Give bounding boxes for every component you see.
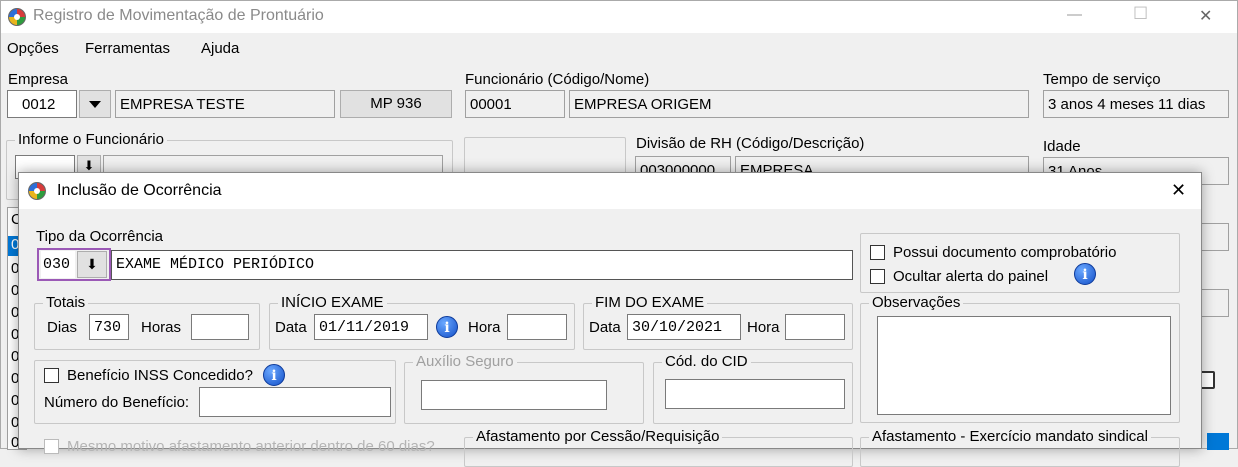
fim-hora-label: Hora	[747, 319, 780, 336]
divisao-label: Divisão de RH (Código/Descrição)	[636, 135, 865, 152]
right-field-2	[1201, 289, 1229, 317]
empresa-dropdown-button[interactable]	[79, 90, 111, 118]
dialog-close-button[interactable]: ✕	[1171, 180, 1186, 201]
menu-bar: Opções Ferramentas Ajuda	[1, 35, 1237, 61]
right-field-1	[1201, 223, 1229, 251]
dialog-title: Inclusão de Ocorrência	[57, 182, 222, 199]
mesmo-motivo-label: Mesmo motivo afastamento anterior dentro…	[67, 438, 435, 455]
tempo-servico-field: 3 anos 4 meses 11 dias	[1043, 90, 1229, 118]
mesmo-motivo-checkbox[interactable]	[44, 439, 59, 454]
cod-cid-title: Cód. do CID	[662, 353, 751, 370]
mp936-button[interactable]: MP 936	[340, 90, 452, 118]
possui-documento-label[interactable]: Possui documento comprobatório	[893, 244, 1116, 261]
dias-field[interactable]: 730	[89, 314, 129, 340]
inclusao-ocorrencia-dialog: Inclusão de Ocorrência ✕ Tipo da Ocorrên…	[18, 172, 1202, 467]
tipo-ocorrencia-code-field[interactable]: 030	[41, 251, 75, 278]
empresa-label: Empresa	[8, 71, 69, 88]
fim-data-field[interactable]: 30/10/2021	[627, 314, 741, 340]
tipo-ocorrencia-description: EXAME MÉDICO PERIÓDICO	[111, 250, 853, 280]
dialog-title-bar: Inclusão de Ocorrência ✕	[19, 173, 1201, 209]
afastamento-cessao-title: Afastamento por Cessão/Requisição	[473, 428, 723, 445]
fim-exame-title: FIM DO EXAME	[592, 294, 708, 311]
beneficio-inss-checkbox[interactable]	[44, 368, 59, 383]
empresa-code-field[interactable]: 0012	[7, 90, 77, 118]
menu-opcoes[interactable]: Opções	[7, 40, 59, 57]
observacoes-textarea[interactable]	[877, 316, 1171, 415]
inicio-exame-title: INÍCIO EXAME	[278, 294, 387, 311]
main-title-bar: Registro de Movimentação de Prontuário —…	[1, 1, 1237, 33]
afastamento-sindical-title: Afastamento - Exercício mandato sindical	[869, 428, 1151, 445]
funcionario-name-field: EMPRESA ORIGEM	[569, 90, 1029, 118]
tipo-ocorrencia-lookup-button[interactable]: ⬇	[77, 251, 107, 278]
info-icon[interactable]: i	[1074, 263, 1096, 285]
maximize-button[interactable]: ☐	[1133, 4, 1148, 24]
fim-hora-field[interactable]	[785, 314, 845, 340]
info-icon[interactable]: i	[436, 316, 458, 338]
informe-funcionario-label: Informe o Funcionário	[15, 131, 167, 148]
app-icon	[8, 8, 26, 26]
ocultar-alerta-checkbox[interactable]	[870, 269, 885, 284]
horas-field[interactable]	[191, 314, 249, 340]
inicio-hora-label: Hora	[468, 319, 501, 336]
afastamento-cessao-group: Afastamento por Cessão/Requisição	[464, 428, 853, 467]
right-blue-bar	[1207, 433, 1229, 450]
numero-beneficio-label: Número do Benefício:	[44, 394, 190, 411]
cod-cid-field[interactable]	[665, 379, 845, 409]
beneficio-inss-label[interactable]: Benefício INSS Concedido?	[67, 367, 253, 384]
inicio-data-field[interactable]: 01/11/2019	[314, 314, 428, 340]
download-arrow-icon: ⬇	[86, 256, 98, 272]
tempo-servico-label: Tempo de serviço	[1043, 71, 1161, 88]
inicio-data-label: Data	[275, 319, 307, 336]
ocultar-alerta-label[interactable]: Ocultar alerta do painel	[893, 268, 1048, 285]
totais-title: Totais	[43, 294, 89, 311]
minimize-button[interactable]: —	[1067, 6, 1082, 23]
empresa-name-field: EMPRESA TESTE	[115, 90, 335, 118]
close-button[interactable]: ✕	[1199, 6, 1212, 26]
funcionario-code-field: 00001	[465, 90, 565, 118]
chevron-down-icon	[89, 100, 101, 108]
funcionario-label: Funcionário (Código/Nome)	[465, 71, 650, 88]
auxilio-seguro-field[interactable]	[421, 380, 607, 410]
fim-data-label: Data	[589, 319, 621, 336]
inicio-hora-field[interactable]	[507, 314, 567, 340]
dialog-app-icon	[28, 182, 46, 200]
numero-beneficio-field[interactable]	[199, 387, 391, 417]
menu-ferramentas[interactable]: Ferramentas	[85, 40, 170, 57]
info-icon[interactable]: i	[263, 364, 285, 386]
afastamento-sindical-group: Afastamento - Exercício mandato sindical	[860, 428, 1180, 467]
menu-ajuda[interactable]: Ajuda	[201, 40, 239, 57]
tipo-ocorrencia-label: Tipo da Ocorrência	[36, 228, 164, 245]
observacoes-title: Observações	[869, 294, 964, 311]
possui-documento-checkbox[interactable]	[870, 245, 885, 260]
horas-label: Horas	[141, 319, 182, 336]
main-window-title: Registro de Movimentação de Prontuário	[33, 7, 324, 24]
idade-label: Idade	[1043, 138, 1081, 155]
auxilio-seguro-title: Auxílio Seguro	[413, 353, 517, 370]
dias-label: Dias	[47, 319, 78, 336]
